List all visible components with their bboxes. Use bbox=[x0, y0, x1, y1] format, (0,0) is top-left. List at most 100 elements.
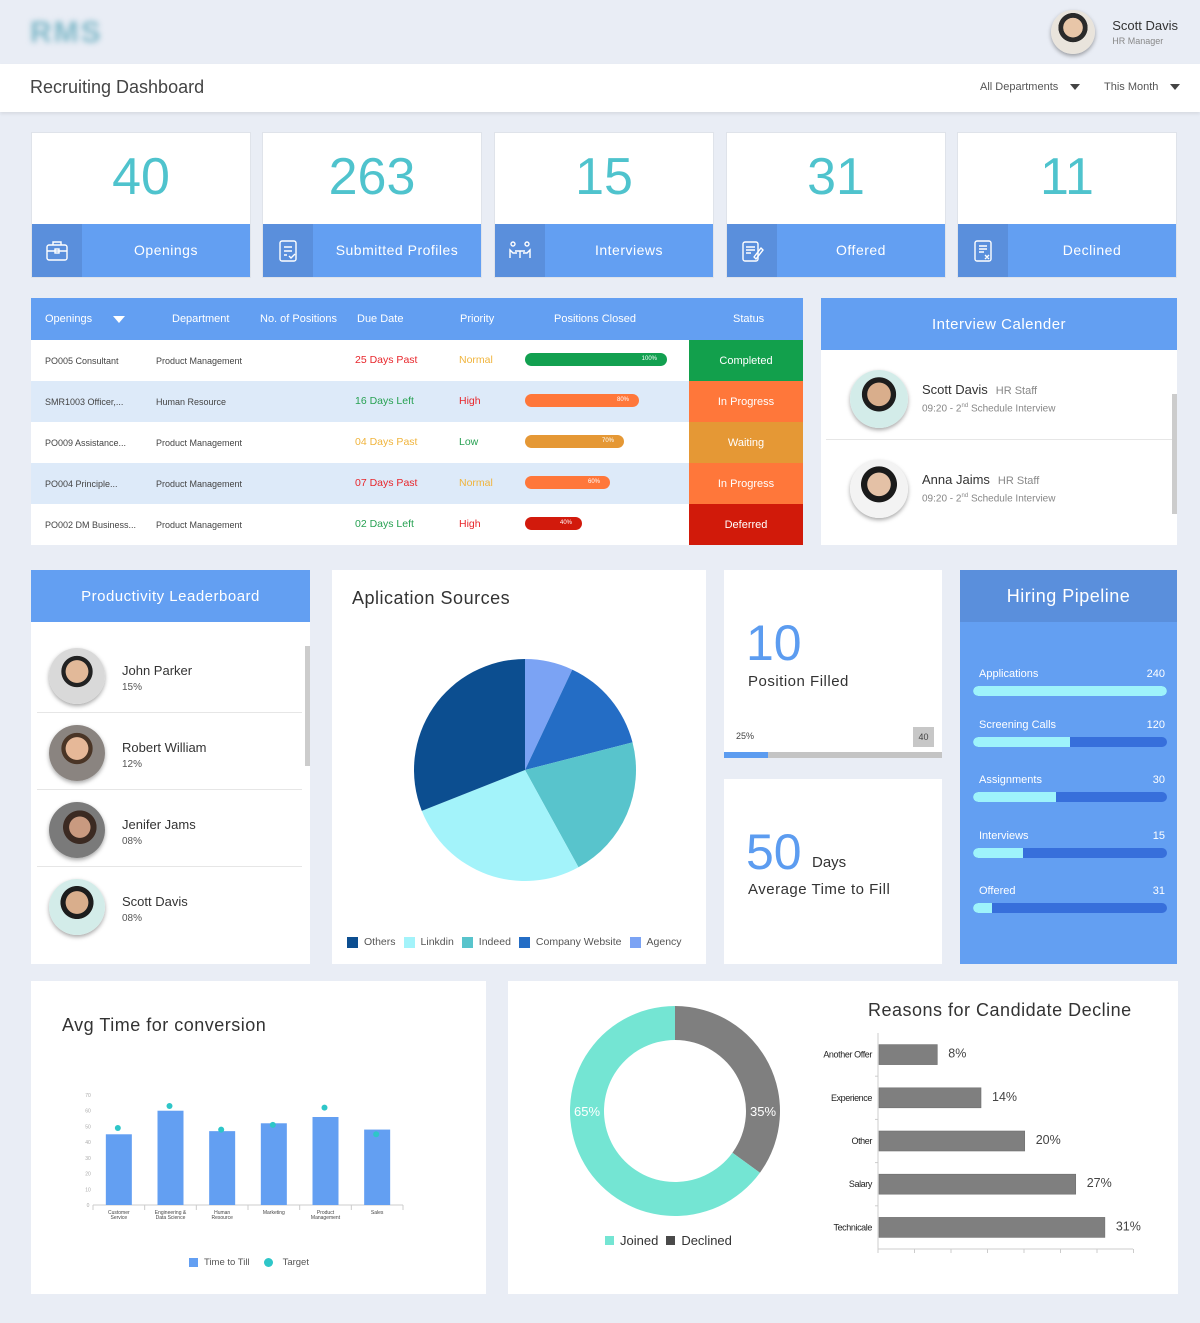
legend-swatch bbox=[461, 936, 473, 948]
y-tick-label: Technicale bbox=[833, 1222, 872, 1232]
pie-legend: Others Linkdin Indeed Company Website Agency bbox=[347, 936, 690, 948]
period-filter-dropdown[interactable]: This Month bbox=[1104, 81, 1181, 93]
hiring-pipeline-title: Hiring Pipeline bbox=[960, 570, 1177, 622]
avg-time-label: Average Time to Fill bbox=[748, 881, 891, 898]
opening-cell[interactable]: PO005 Consultant bbox=[45, 356, 119, 366]
sort-dropdown-icon[interactable] bbox=[113, 316, 125, 323]
positions-closed-bar: 40% bbox=[525, 517, 582, 530]
pipeline-stage: Screening Calls 120 bbox=[973, 719, 1172, 749]
leaderboard-name: Scott Davis bbox=[122, 894, 188, 909]
avatar bbox=[49, 725, 105, 781]
bar bbox=[260, 1123, 287, 1205]
avg-time-unit: Days bbox=[812, 854, 847, 871]
app-logo[interactable]: RMS bbox=[30, 16, 103, 50]
chevron-down-icon bbox=[1070, 84, 1081, 90]
leaderboard-title: Productivity Leaderboard bbox=[31, 570, 310, 622]
positions-closed-bar: 70% bbox=[525, 435, 624, 448]
y-tick-label: 60 bbox=[85, 1109, 91, 1115]
department-filter-dropdown[interactable]: All Departments bbox=[980, 81, 1081, 93]
table-row[interactable]: PO009 Assistance... Product Management 04 … bbox=[31, 422, 803, 463]
x-tick-label: Marketing bbox=[263, 1210, 285, 1216]
table-header: Openings Department No. of Positions Due… bbox=[31, 298, 803, 340]
opening-cell[interactable]: PO009 Assistance... bbox=[45, 438, 126, 448]
legend-swatch bbox=[629, 936, 641, 948]
user-profile[interactable]: Scott Davis HR Manager bbox=[1051, 10, 1178, 54]
y-tick-label: 10 bbox=[85, 1187, 91, 1193]
table-row[interactable]: SMR1003 Officer,... Human Resource 16 Days… bbox=[31, 381, 803, 422]
kpi-label: Openings bbox=[134, 242, 198, 258]
column-header-positions-closed: Positions Closed bbox=[554, 313, 636, 325]
due-date-cell: 02 Days Left bbox=[355, 518, 414, 530]
leaderboard-item[interactable]: John Parker 15% bbox=[37, 636, 302, 713]
calendar-item[interactable]: Scott Davis HR Staff 09:20 - 2nd Schedule… bbox=[826, 350, 1172, 440]
interview-icon bbox=[495, 224, 545, 277]
kpi-label: Submitted Profiles bbox=[335, 242, 459, 258]
donut-label-joined: 65% bbox=[574, 1104, 600, 1119]
y-tick-label: 70 bbox=[85, 1093, 91, 1099]
pipeline-progress-track bbox=[973, 903, 1167, 913]
department-cell: Product Management bbox=[156, 438, 243, 448]
calendar-item[interactable]: Anna Jaims HR Staff 09:20 - 2nd Schedule … bbox=[826, 440, 1172, 530]
page-title: Recruiting Dashboard bbox=[30, 77, 205, 97]
y-tick-label: Another Offer bbox=[823, 1050, 872, 1060]
page-header: Recruiting Dashboard All Departments Thi… bbox=[0, 64, 1200, 112]
opening-cell[interactable]: SMR1003 Officer,... bbox=[45, 397, 123, 407]
opening-cell[interactable]: PO002 DM Business... bbox=[45, 520, 136, 530]
pipeline-progress-fill bbox=[973, 792, 1057, 802]
calendar-event: Schedule Interview bbox=[968, 403, 1056, 415]
donut-legend: Joined Declined bbox=[605, 1233, 740, 1248]
hiring-pipeline-panel: Hiring Pipeline Applications 240 Screening… bbox=[960, 570, 1177, 964]
avg-time-to-fill-card: 50 Days Average Time to Fill bbox=[724, 779, 942, 964]
kpi-card-declined[interactable]: 11 Declined bbox=[957, 132, 1177, 278]
opening-cell[interactable]: PO004 Principle... bbox=[45, 479, 118, 489]
bar-value-label: 27% bbox=[1087, 1176, 1112, 1190]
pipeline-stage-label: Interviews bbox=[979, 830, 1029, 842]
pipeline-progress-fill bbox=[973, 737, 1070, 747]
position-filled-label: Position Filled bbox=[748, 673, 849, 690]
due-date-cell: 25 Days Past bbox=[355, 354, 418, 366]
user-avatar[interactable] bbox=[1051, 10, 1096, 54]
priority-cell: High bbox=[459, 518, 481, 530]
leaderboard-item[interactable]: Scott Davis 08% bbox=[37, 867, 302, 944]
calendar-person-role: HR Staff bbox=[997, 475, 1040, 487]
bar bbox=[105, 1134, 132, 1205]
leaderboard-item[interactable]: Robert William 12% bbox=[37, 713, 302, 790]
legend-swatch bbox=[403, 936, 415, 948]
position-filled-card: 10 Position Filled 25% 40 bbox=[724, 570, 942, 758]
position-filled-progress-fill bbox=[724, 752, 768, 758]
leaderboard-scrollbar[interactable] bbox=[305, 646, 310, 766]
avg-time-conversion-card: Avg Time for conversion 0 10 20 30 40 50 60 70 C… bbox=[31, 981, 486, 1294]
kpi-card-submitted-profiles[interactable]: 263 Submitted Profiles bbox=[262, 132, 482, 278]
department-cell: Product Management bbox=[156, 356, 243, 366]
leaderboard-item[interactable]: Jenifer Jams 08% bbox=[37, 790, 302, 867]
legend-item: Linkdin bbox=[403, 936, 454, 948]
leaderboard-percent: 08% bbox=[122, 913, 143, 924]
kpi-value: 15 bbox=[575, 148, 633, 206]
legend-label: Indeed bbox=[478, 936, 511, 948]
status-badge: In Progress bbox=[689, 463, 803, 504]
calendar-scrollbar[interactable] bbox=[1172, 394, 1177, 514]
table-row[interactable]: PO005 Consultant Product Management 25 Day… bbox=[31, 340, 803, 381]
kpi-card-interviews[interactable]: 15 Interviews bbox=[494, 132, 714, 278]
legend-swatch bbox=[263, 1258, 273, 1267]
status-badge: In Progress bbox=[689, 381, 803, 422]
legend-label: Target bbox=[282, 1257, 309, 1268]
productivity-leaderboard-panel: Productivity Leaderboard John Parker 15%… bbox=[31, 570, 310, 964]
legend-item: Others bbox=[347, 936, 396, 948]
y-tick-label: Other bbox=[851, 1136, 872, 1146]
target-point bbox=[166, 1103, 173, 1109]
target-point bbox=[321, 1104, 328, 1111]
kpi-card-offered[interactable]: 31 Offered bbox=[726, 132, 946, 278]
donut-slice-declined bbox=[675, 1006, 780, 1173]
column-header-positions: No. of Positions bbox=[260, 313, 338, 325]
kpi-card-openings[interactable]: 40 Openings bbox=[31, 132, 251, 278]
table-row[interactable]: PO004 Principle... Product Management 07 D… bbox=[31, 463, 803, 504]
column-header-openings[interactable]: Openings bbox=[45, 313, 92, 325]
interview-calendar-title: Interview Calender bbox=[821, 298, 1177, 350]
table-row[interactable]: PO002 DM Business... Product Management 02… bbox=[31, 504, 803, 545]
bar-value-label: 20% bbox=[1036, 1133, 1061, 1147]
status-badge: Deferred bbox=[689, 504, 803, 545]
pipeline-stage: Interviews 15 bbox=[973, 830, 1172, 860]
document-check-icon bbox=[263, 224, 313, 277]
positions-closed-bar: 100% bbox=[525, 353, 667, 366]
